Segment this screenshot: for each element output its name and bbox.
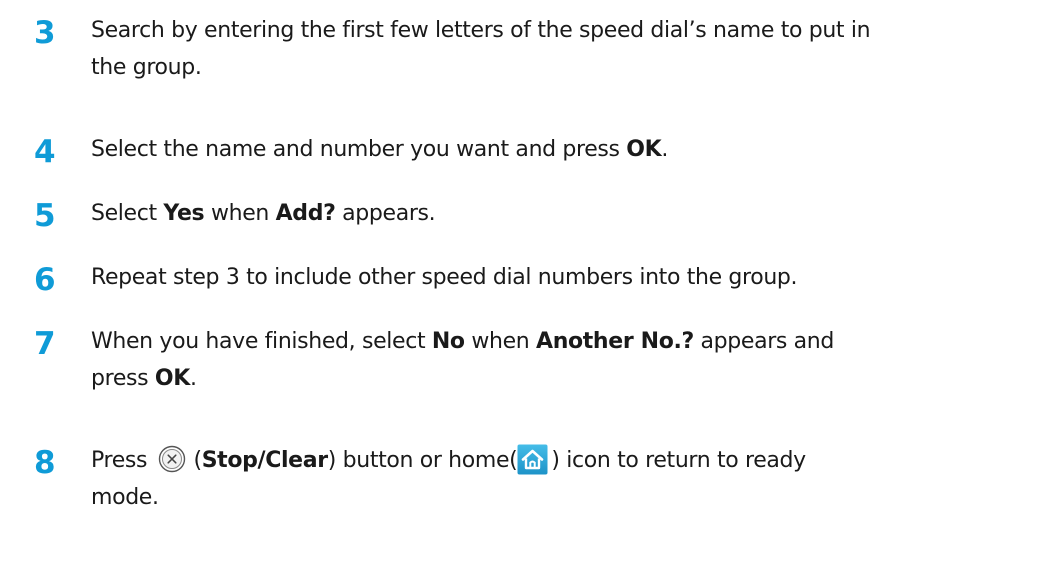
- step-text-part: ) button or home(: [327, 448, 518, 473]
- step-text-line: the group.: [91, 55, 202, 80]
- step-number: 4: [34, 134, 56, 170]
- step-text-line: Search by entering the first few letters…: [91, 18, 871, 43]
- instruction-steps: 3 Search by entering the first few lette…: [0, 0, 1054, 576]
- step-text: When you have finished, select No when A…: [91, 323, 1026, 397]
- step-text: Select the name and number you want and …: [91, 131, 1026, 168]
- step-text-part: appears.: [335, 201, 436, 226]
- step-text-part: appears and: [693, 329, 835, 354]
- step-number: 3: [34, 15, 56, 51]
- ok-keyword: OK: [626, 137, 662, 162]
- step-text-part: Select the name and number you want and …: [91, 137, 627, 162]
- home-icon: [517, 444, 548, 475]
- ok-keyword: OK: [154, 366, 190, 391]
- step-text-part: .: [661, 137, 669, 162]
- step-text-part: (: [186, 448, 202, 473]
- step-number: 7: [34, 326, 56, 362]
- stop-clear-button-icon: [158, 445, 185, 473]
- stop-clear-keyword: Stop/Clear: [201, 448, 328, 473]
- add-prompt-keyword: Add?: [275, 201, 336, 226]
- step-text-part: press: [91, 366, 155, 391]
- yes-keyword: Yes: [163, 201, 205, 226]
- step-number: 8: [34, 445, 56, 481]
- step-number: 5: [34, 198, 56, 234]
- another-no-prompt-keyword: Another No.?: [536, 329, 694, 354]
- step-text-part: Press: [91, 448, 154, 473]
- step-number: 6: [34, 262, 56, 298]
- step-text-part: when: [204, 201, 276, 226]
- step-text-part: Repeat step 3 to include other speed dia…: [91, 265, 798, 290]
- step-text: Repeat step 3 to include other speed dia…: [91, 259, 1026, 296]
- step-text-part: .: [189, 366, 197, 391]
- step-text-part: when: [464, 329, 537, 354]
- step-text-part: Select: [91, 201, 164, 226]
- step-text-part: ) icon to return to ready: [551, 448, 806, 473]
- step-text: Search by entering the first few letters…: [91, 12, 1026, 86]
- step-text-part: When you have finished, select: [91, 329, 432, 354]
- no-keyword: No: [431, 329, 465, 354]
- step-text: Select Yes when Add? appears.: [91, 195, 1026, 232]
- step-text-part: mode.: [91, 485, 159, 510]
- step-text: Press (Stop/Clear) button or home( ) icon…: [91, 442, 1026, 516]
